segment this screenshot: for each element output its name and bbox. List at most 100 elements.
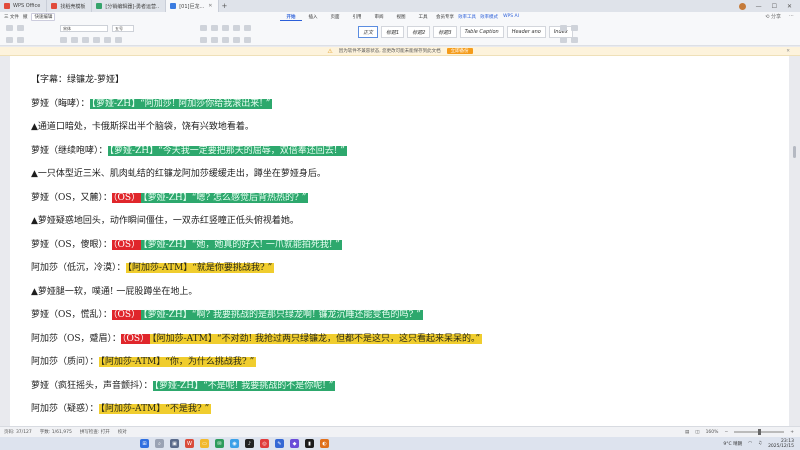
zoom-slider[interactable] <box>734 429 785 435</box>
format-painter-icon[interactable] <box>17 25 24 31</box>
menu-tab-3[interactable]: 引用 <box>346 14 368 21</box>
editor-icon[interactable]: ✎ <box>275 439 284 448</box>
highlight-icon[interactable] <box>115 37 122 43</box>
outdent-icon[interactable] <box>233 25 240 31</box>
search-icon[interactable]: ⌕ <box>155 439 164 448</box>
media-player-icon[interactable]: ♪ <box>245 439 254 448</box>
script-line[interactable]: ▲萝娅腿一软，噗通! 一屁股蹲坐在地上。 <box>31 286 197 298</box>
quick-access-item-1[interactable]: 撤 <box>23 14 28 20</box>
style-preset-2[interactable]: 标题2 <box>407 26 431 38</box>
status-item-2[interactable]: 拼写检查: 打开 <box>80 429 110 435</box>
menu-tab-1[interactable]: 插入 <box>302 14 324 21</box>
clock[interactable]: 23:13 2025/12/15 <box>768 439 794 449</box>
italic-icon[interactable] <box>71 37 78 43</box>
font-size-select[interactable]: 五号 <box>112 25 134 32</box>
wps-icon[interactable]: W <box>185 439 194 448</box>
menu-tab-6[interactable]: 工具 <box>412 14 434 21</box>
justify-icon[interactable] <box>233 37 240 43</box>
paste-icon[interactable] <box>6 25 13 31</box>
menu-tab-8[interactable]: 效率工具 <box>456 14 478 21</box>
terminal-icon[interactable]: ▮ <box>305 439 314 448</box>
menu-tab-9[interactable]: 效率模式 <box>478 14 500 21</box>
zoom-value[interactable]: 160% <box>706 430 719 435</box>
script-line[interactable]: 萝娅（OS，又麓）：（OS） 【萝娅-ZH】“嗯? 怎么感觉后背热热的? ” <box>31 192 309 204</box>
script-line[interactable]: 萝娅（OS，傻眼）：（OS） 【萝娅-ZH】“她，她真的好大! 一爪就能拍死我! … <box>31 239 342 251</box>
scrollbar-thumb[interactable] <box>793 146 796 158</box>
bullet-list-icon[interactable] <box>200 25 207 31</box>
wechat-icon[interactable]: ✉ <box>215 439 224 448</box>
status-item-3[interactable]: 校对 <box>118 429 127 435</box>
weather-text[interactable]: 9°C 晴朗 <box>723 441 742 447</box>
style-preset-4[interactable]: Table Caption <box>459 26 504 38</box>
script-line[interactable]: ▲通道口暗处，卡俄斯探出半个脑袋，饶有兴致地看着。 <box>31 121 254 133</box>
select-icon[interactable] <box>571 25 578 31</box>
new-tab-button[interactable]: + <box>219 2 229 10</box>
wifi-icon[interactable]: ◠ <box>748 441 752 446</box>
backup-button[interactable]: 立即备份 <box>446 48 473 54</box>
zoom-out-icon[interactable]: − <box>724 430 728 435</box>
script-line[interactable]: 萝娅（晦哮）： 【萝娅-ZH】“阿加莎! 阿加莎你给我滚出来! ” <box>31 98 273 110</box>
tab-0[interactable]: WPS Office <box>0 0 48 12</box>
edge-icon[interactable]: ◐ <box>320 439 329 448</box>
volume-icon[interactable]: ♫ <box>758 441 762 446</box>
maximize-icon[interactable]: ☐ <box>772 3 777 10</box>
tab-3[interactable]: [01]巨龙... ✕ <box>166 0 220 12</box>
indent-icon[interactable] <box>222 25 229 31</box>
tab-close-icon[interactable]: ✕ <box>208 3 212 9</box>
script-line[interactable]: 阿加莎（OS，蹙眉）：（OS） 【阿加莎-ATM】“不对劲! 我抢过两只绿镰龙，但… <box>31 333 483 345</box>
script-line[interactable]: ▲一只体型近三米、肌肉虬结的红镰龙阿加莎缓缓走出，蹲坐在萝娅身后。 <box>31 168 326 180</box>
find-replace-icon[interactable] <box>560 25 567 31</box>
style-preset-0[interactable]: 正文 <box>358 26 379 38</box>
font-family-select[interactable]: 宋体 <box>60 25 108 32</box>
script-line[interactable]: 萝娅（OS，慌乱）：（OS） 【萝娅-ZH】“啊? 我要挑战的是那只绿龙啊! 镰龙… <box>31 309 423 321</box>
align-left-icon[interactable] <box>200 37 207 43</box>
cut-icon[interactable] <box>6 37 13 43</box>
menu-right-item-0[interactable]: ⟲ 分享 <box>765 13 781 20</box>
strikethrough-icon[interactable] <box>93 37 100 43</box>
script-line[interactable]: 阿加莎（低沉，冷漠）： 【阿加莎-ATM】“就是你要挑战我? ” <box>31 262 275 274</box>
netease-icon[interactable]: ◎ <box>260 439 269 448</box>
menu-tab-0[interactable]: 开始 <box>280 14 302 21</box>
script-line[interactable]: 萝娅（继续咆哮）： 【萝娅-ZH】“今天我一定要把那天的屈辱，双倍奉还回去! ” <box>31 145 347 157</box>
script-line[interactable]: ▲萝娅疑惑地回头，动作瞬间僵住，一双赤红竖瞳正低头俯视着她。 <box>31 215 299 227</box>
tab-2[interactable]: [分销编辑器]-勇者运营.. <box>92 0 167 12</box>
vertical-scrollbar[interactable] <box>793 56 797 437</box>
status-item-1[interactable]: 字数: 1/61,975 <box>40 429 72 435</box>
app-icon[interactable]: ◆ <box>290 439 299 448</box>
task-view-icon[interactable]: ▣ <box>170 439 179 448</box>
underline-icon[interactable] <box>82 37 89 43</box>
browser-icon[interactable]: ◉ <box>230 439 239 448</box>
document-page[interactable]: 【字幕：绿镰龙-萝娅】萝娅（晦哮）： 【萝娅-ZH】“阿加莎! 阿加莎你给我滚出来… <box>10 56 789 437</box>
zoom-in-icon[interactable]: + <box>790 430 794 435</box>
minimize-icon[interactable]: — <box>756 3 762 10</box>
menu-tab-5[interactable]: 视图 <box>390 14 412 21</box>
avatar[interactable] <box>738 2 746 10</box>
menu-tab-2[interactable]: 页面 <box>324 14 346 21</box>
menu-tab-7[interactable]: 会员专享 <box>434 14 456 21</box>
style-preset-1[interactable]: 标题1 <box>381 26 405 38</box>
number-list-icon[interactable] <box>211 25 218 31</box>
bold-icon[interactable] <box>60 37 67 43</box>
script-line[interactable]: 【字幕：绿镰龙-萝娅】 <box>31 74 124 86</box>
web-view-icon[interactable]: ◫ <box>695 430 699 435</box>
script-line[interactable]: 阿加莎（质问）： 【阿加莎-ATM】“你，为什么挑战我? ” <box>31 356 257 368</box>
font-color-icon[interactable] <box>104 37 111 43</box>
line-spacing-icon[interactable] <box>244 37 251 43</box>
text-tools-icon[interactable] <box>571 37 578 43</box>
styles-pane-icon[interactable] <box>560 37 567 43</box>
script-line[interactable]: 萝娅（疯狂摇头，声音颤抖）： 【萝娅-ZH】“不是呢! 我要挑战的不是你呢! ” <box>31 380 336 392</box>
quick-access-item-0[interactable]: 三 文件 <box>4 14 19 20</box>
folder-icon[interactable]: ▭ <box>200 439 209 448</box>
align-center-icon[interactable] <box>211 37 218 43</box>
sort-icon[interactable] <box>244 25 251 31</box>
tab-1[interactable]: 找稻壳模板 <box>47 0 93 12</box>
copy-icon[interactable] <box>17 37 24 43</box>
menu-tab-10[interactable]: WPS AI <box>500 14 522 21</box>
menu-tab-4[interactable]: 审阅 <box>368 14 390 21</box>
style-preset-5[interactable]: Header ano <box>506 26 546 38</box>
close-icon[interactable]: ✕ <box>786 49 790 54</box>
quick-access-item-2[interactable]: 快速编辑 <box>31 13 56 21</box>
menu-right-item-1[interactable]: ⋯ <box>789 13 794 20</box>
status-item-0[interactable]: 页码: 37/127 <box>4 429 32 435</box>
style-preset-3[interactable]: 标题3 <box>433 26 457 38</box>
